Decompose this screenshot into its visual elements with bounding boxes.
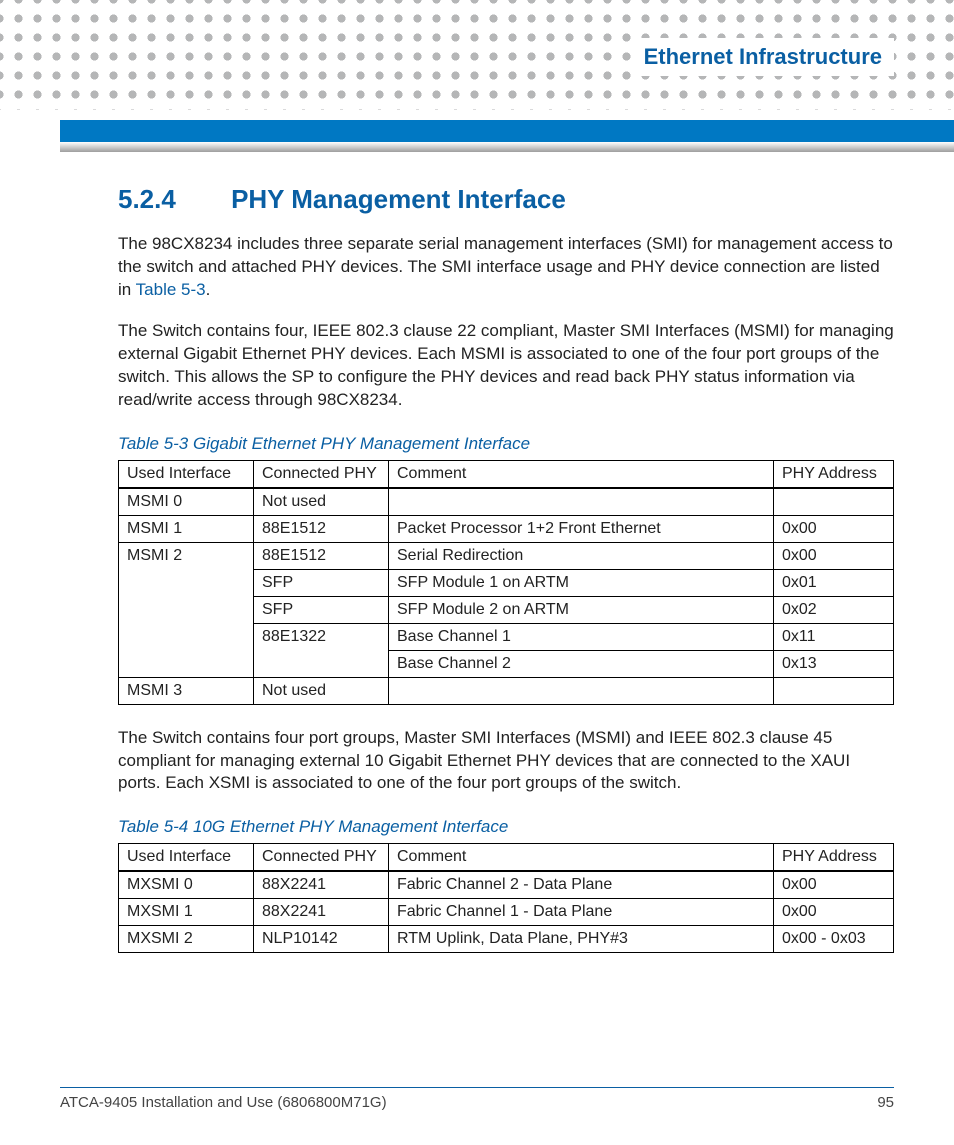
table-cell: 0x13: [774, 650, 894, 677]
paragraph: The Switch contains four port groups, Ma…: [118, 727, 894, 796]
table-cell: [774, 677, 894, 704]
chapter-title: Ethernet Infrastructure: [632, 38, 894, 76]
table-header-cell: Comment: [389, 844, 774, 872]
table-cell: 88X2241: [254, 899, 389, 926]
table-cell: SFP: [254, 596, 389, 623]
table-cell: Base Channel 1: [389, 623, 774, 650]
table-cell: Fabric Channel 1 - Data Plane: [389, 899, 774, 926]
table-cell: Not used: [254, 488, 389, 516]
table-cell: MXSMI 0: [119, 871, 254, 899]
table-cell: 0x00: [774, 542, 894, 569]
footer-doc-title: ATCA-9405 Installation and Use (6806800M…: [60, 1094, 387, 1111]
table-cell: RTM Uplink, Data Plane, PHY#3: [389, 926, 774, 953]
paragraph: The 98CX8234 includes three separate ser…: [118, 233, 894, 302]
table-cell: Not used: [254, 677, 389, 704]
table-cell: 0x01: [774, 569, 894, 596]
table-cell: 88E1512: [254, 515, 389, 542]
paragraph: The Switch contains four, IEEE 802.3 cla…: [118, 320, 894, 412]
table-row: MXSMI 1 88X2241 Fabric Channel 1 - Data …: [119, 899, 894, 926]
table-cell: 88E1322: [254, 623, 389, 677]
table-header-cell: PHY Address: [774, 460, 894, 488]
table-row: MXSMI 2 NLP10142 RTM Uplink, Data Plane,…: [119, 926, 894, 953]
paragraph-text: The 98CX8234 includes three separate ser…: [118, 234, 893, 299]
table-5-4: Used Interface Connected PHY Comment PHY…: [118, 843, 894, 953]
table-cell: SFP: [254, 569, 389, 596]
section-heading: 5.2.4 PHY Management Interface: [118, 184, 894, 215]
table-row: MSMI 1 88E1512 Packet Processor 1+2 Fron…: [119, 515, 894, 542]
section-title: PHY Management Interface: [231, 184, 566, 214]
table-cell: 0x00: [774, 871, 894, 899]
table-cell: Base Channel 2: [389, 650, 774, 677]
table-cell: MSMI 0: [119, 488, 254, 516]
table-cell: SFP Module 2 on ARTM: [389, 596, 774, 623]
table-header-cell: Used Interface: [119, 844, 254, 872]
table-cell: [389, 488, 774, 516]
table-cell: 88X2241: [254, 871, 389, 899]
table-cell: MSMI 3: [119, 677, 254, 704]
page-footer: ATCA-9405 Installation and Use (6806800M…: [60, 1087, 894, 1111]
table-cell: Serial Redirection: [389, 542, 774, 569]
table-cell: MSMI 1: [119, 515, 254, 542]
table-cell: Fabric Channel 2 - Data Plane: [389, 871, 774, 899]
table-caption: Table 5-3 Gigabit Ethernet PHY Managemen…: [118, 434, 894, 454]
table-cell: 0x11: [774, 623, 894, 650]
table-cell: 0x00: [774, 899, 894, 926]
table-cell: [389, 677, 774, 704]
table-header-cell: Connected PHY: [254, 844, 389, 872]
section-number: 5.2.4: [118, 184, 224, 215]
table-cell: 0x00 - 0x03: [774, 926, 894, 953]
table-header-cell: PHY Address: [774, 844, 894, 872]
table-cell: 88E1512: [254, 542, 389, 569]
table-header-cell: Used Interface: [119, 460, 254, 488]
header-gray-bar: [60, 142, 954, 152]
table-cell: MSMI 2: [119, 542, 254, 677]
header-blue-bar: [60, 120, 954, 142]
table-caption: Table 5-4 10G Ethernet PHY Management In…: [118, 817, 894, 837]
table-row: MSMI 2 88E1512 Serial Redirection 0x00: [119, 542, 894, 569]
table-row: MSMI 0 Not used: [119, 488, 894, 516]
table-cell: 0x00: [774, 515, 894, 542]
table-cell: SFP Module 1 on ARTM: [389, 569, 774, 596]
table-cell: Packet Processor 1+2 Front Ethernet: [389, 515, 774, 542]
table-cell: 0x02: [774, 596, 894, 623]
table-5-3: Used Interface Connected PHY Comment PHY…: [118, 460, 894, 705]
table-cell: [774, 488, 894, 516]
table-header-cell: Connected PHY: [254, 460, 389, 488]
footer-page-number: 95: [877, 1094, 894, 1111]
table-cell: MXSMI 1: [119, 899, 254, 926]
table-row: MXSMI 0 88X2241 Fabric Channel 2 - Data …: [119, 871, 894, 899]
table-cell: NLP10142: [254, 926, 389, 953]
table-cell: MXSMI 2: [119, 926, 254, 953]
table-row: MSMI 3 Not used: [119, 677, 894, 704]
paragraph-text: .: [206, 280, 211, 299]
table-cross-ref-link[interactable]: Table 5-3: [136, 280, 206, 299]
table-header-cell: Comment: [389, 460, 774, 488]
